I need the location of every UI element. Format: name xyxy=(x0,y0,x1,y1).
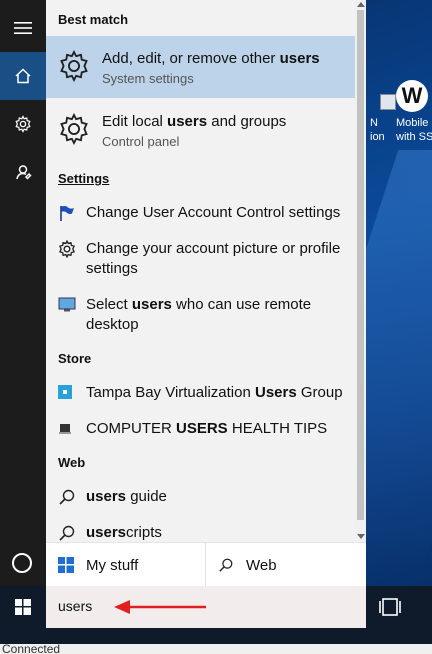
desktop-webex-label-2: with SS xyxy=(396,131,432,143)
search-icon xyxy=(59,525,75,541)
store-heading: Store xyxy=(58,351,92,366)
scripts-bold: users xyxy=(86,524,127,541)
scroll-thumb[interactable] xyxy=(357,10,364,520)
taskbar-search-box[interactable]: users xyxy=(46,586,366,628)
monitor-icon xyxy=(58,297,76,312)
web-result-userscripts-label: userscripts xyxy=(86,523,348,542)
tab-my-stuff[interactable]: My stuff xyxy=(58,543,138,587)
desktop-webex-label-1: Mobile xyxy=(396,117,429,129)
webex-app-icon: W xyxy=(396,80,428,112)
gear-icon xyxy=(60,113,88,145)
remote-bold: users xyxy=(131,296,172,313)
best-match-subtitle: System settings xyxy=(102,71,194,86)
scroll-down-arrow-icon[interactable] xyxy=(357,534,365,539)
store-result-computer-users[interactable]: COMPUTER USERS HEALTH TIPS xyxy=(46,418,355,442)
tab-web[interactable]: Web xyxy=(218,543,277,587)
settings-result-remote-desktop-label: Select users who can use remote desktop xyxy=(86,295,348,335)
gear-icon xyxy=(59,240,75,258)
tab-divider xyxy=(205,543,206,587)
edit-local-title-pre: Edit local xyxy=(102,113,168,130)
status-bar: Connected xyxy=(0,642,432,654)
computer-bold: USERS xyxy=(176,420,228,437)
start-button[interactable] xyxy=(0,586,46,628)
taskbar: users xyxy=(0,586,432,644)
web-result-users-guide[interactable]: users guide xyxy=(46,486,355,510)
app-tile-icon xyxy=(58,385,72,399)
flag-icon xyxy=(60,205,74,221)
computer-pre: COMPUTER xyxy=(86,420,176,437)
settings-result-account-picture-label: Change your account picture or profile s… xyxy=(86,240,341,277)
gear-icon xyxy=(60,50,88,82)
computer-post: HEALTH TIPS xyxy=(227,420,328,437)
hamburger-menu-icon xyxy=(14,22,32,34)
results-scrollbar[interactable] xyxy=(355,0,366,542)
feedback-icon xyxy=(16,165,32,180)
search-results-panel: Best match Add, edit, or remove other us… xyxy=(46,0,366,587)
settings-gear-icon xyxy=(15,115,31,133)
web-result-users-guide-label: users guide xyxy=(86,487,348,507)
edit-local-users-subtitle: Control panel xyxy=(102,134,180,149)
store-result-tampa-bay[interactable]: Tampa Bay Virtualization Users Group xyxy=(46,382,355,406)
tab-my-stuff-label: My stuff xyxy=(86,556,139,574)
store-result-computer-users-label: COMPUTER USERS HEALTH TIPS xyxy=(86,419,348,439)
task-view-icon[interactable] xyxy=(378,596,402,618)
tampa-post: Group xyxy=(296,384,343,401)
edit-local-users-result[interactable]: Edit local users and groups Control pane… xyxy=(46,99,355,161)
desktop-webex-shortcut[interactable]: W Mobile with SS xyxy=(396,80,432,144)
windows-logo-icon xyxy=(15,599,31,615)
tampa-pre: Tampa Bay Virtualization xyxy=(86,384,255,401)
search-input[interactable]: users xyxy=(58,598,92,614)
edit-local-title-post: and groups xyxy=(207,113,287,130)
red-arrow-annotation xyxy=(114,600,206,614)
settings-result-uac-label: Change User Account Control settings xyxy=(86,204,341,221)
best-match-title-pre: Add, edit, or remove other xyxy=(102,50,280,67)
scripts-post: cripts xyxy=(126,524,162,541)
edit-local-title-bold: users xyxy=(167,113,208,130)
remote-pre: Select xyxy=(86,296,132,313)
edit-local-users-title: Edit local users and groups xyxy=(102,113,286,130)
hamburger-menu-button[interactable] xyxy=(0,4,46,52)
guide-bold: users xyxy=(86,488,127,505)
status-bar-text: Connected xyxy=(2,642,61,654)
book-icon xyxy=(59,424,71,434)
settings-heading[interactable]: Settings xyxy=(58,171,109,186)
settings-button[interactable] xyxy=(0,100,46,148)
best-match-title: Add, edit, or remove other users xyxy=(102,50,320,67)
store-result-tampa-bay-label: Tampa Bay Virtualization Users Group xyxy=(86,383,348,403)
shortcut-icon xyxy=(380,94,396,110)
scroll-up-arrow-icon[interactable] xyxy=(357,2,365,7)
tab-web-label: Web xyxy=(246,556,277,574)
home-button[interactable] xyxy=(0,52,46,100)
cortana-circle-icon[interactable] xyxy=(12,553,32,573)
best-match-title-bold: users xyxy=(279,50,320,67)
best-match-heading: Best match xyxy=(58,12,129,27)
search-scope-tabs: My stuff Web xyxy=(46,542,366,587)
web-result-userscripts[interactable]: userscripts xyxy=(46,522,355,542)
windows-logo-icon xyxy=(58,557,74,573)
guide-post: guide xyxy=(126,488,167,505)
results-list: Best match Add, edit, or remove other us… xyxy=(46,0,355,542)
settings-result-uac[interactable]: Change User Account Control settings xyxy=(46,202,355,226)
tampa-bold: Users xyxy=(254,384,297,401)
search-icon xyxy=(219,558,233,572)
settings-result-remote-desktop[interactable]: Select users who can use remote desktop xyxy=(46,294,355,338)
settings-result-account-picture[interactable]: Change your account picture or profile s… xyxy=(46,238,355,282)
web-heading: Web xyxy=(58,455,86,470)
start-left-rail xyxy=(0,0,46,586)
search-icon xyxy=(59,489,75,505)
feedback-button[interactable] xyxy=(0,148,46,196)
home-icon xyxy=(15,68,31,84)
best-match-result[interactable]: Add, edit, or remove other users System … xyxy=(46,36,355,98)
